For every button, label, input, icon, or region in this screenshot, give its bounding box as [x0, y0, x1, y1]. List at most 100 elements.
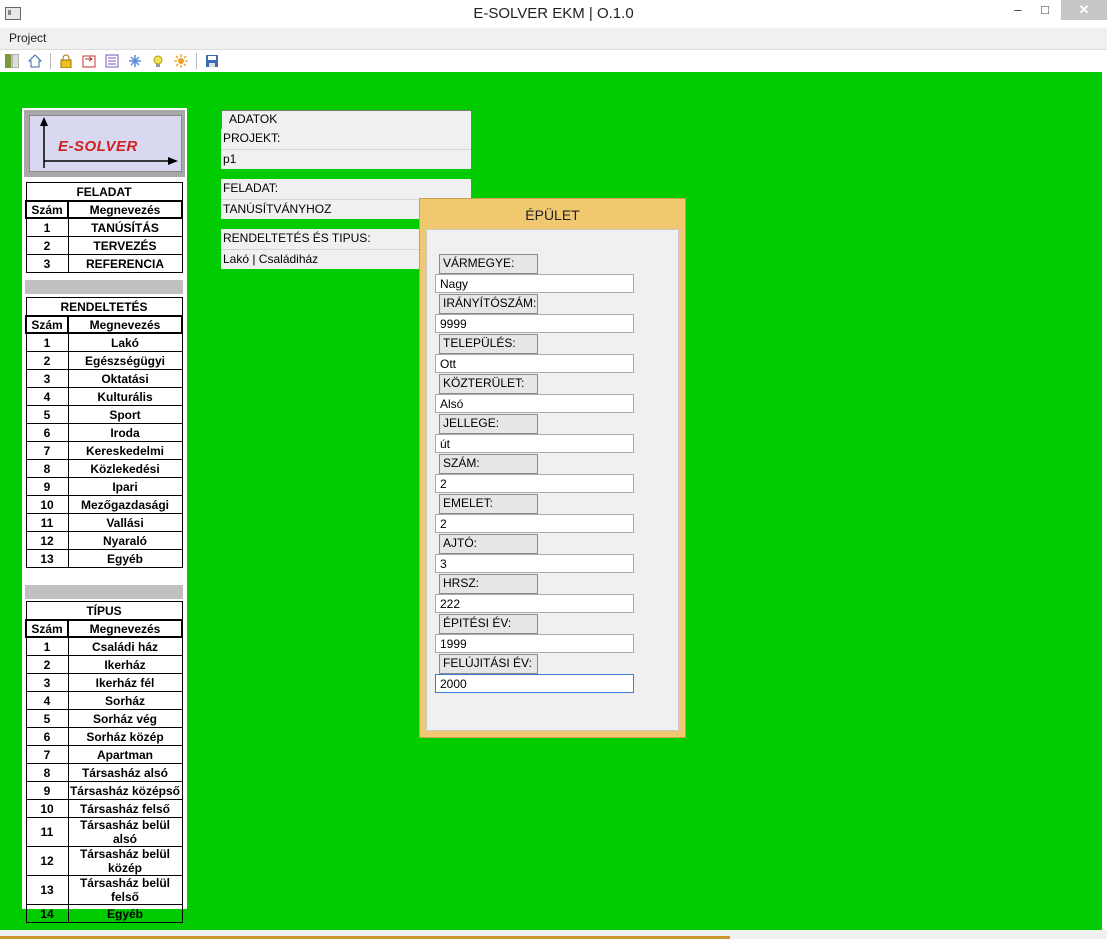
feladat-label: FELADAT:: [221, 179, 471, 199]
rendeltetes-col-num: Szám: [25, 315, 69, 334]
row-num: 9: [25, 477, 69, 496]
row-name: Sorház: [67, 691, 183, 710]
logo-background: E-SOLVER: [29, 115, 182, 172]
lock-icon[interactable]: [59, 54, 73, 69]
row-num: 13: [25, 549, 69, 568]
varmegye-label: VÁRMEGYE:: [439, 254, 538, 274]
table-row[interactable]: 13 Egyéb: [25, 549, 183, 568]
table-row[interactable]: 9 Társasház középső: [25, 781, 183, 800]
row-num: 14: [25, 904, 69, 923]
menu-bar: Project: [0, 28, 1107, 50]
table-row[interactable]: 1 Lakó: [25, 332, 183, 352]
row-name: Lakó: [67, 332, 183, 352]
table-row[interactable]: 1 Családi ház: [25, 636, 183, 656]
row-name: Iroda: [67, 423, 183, 442]
field-label-text: HRSZ:: [443, 576, 479, 590]
row-name: Családi ház: [67, 636, 183, 656]
snowflake-icon[interactable]: [128, 54, 142, 68]
szam-input[interactable]: 2: [435, 474, 634, 493]
tipus-table: TÍPUS Szám Megnevezés 1 Családi ház 2 Iker…: [25, 601, 183, 923]
table-row[interactable]: 10 Mezőgazdasági: [25, 495, 183, 514]
row-num: 11: [25, 817, 69, 847]
ajto-input[interactable]: 3: [435, 554, 634, 573]
table-row[interactable]: 8 Közlekedési: [25, 459, 183, 478]
row-num: 4: [25, 691, 69, 710]
table-row[interactable]: 8 Társasház alsó: [25, 763, 183, 782]
table-row[interactable]: 7 Kereskedelmi: [25, 441, 183, 460]
row-name: TERVEZÉS: [67, 236, 183, 255]
table-row[interactable]: 13 Társasház belül felső: [25, 875, 183, 905]
table-row[interactable]: 12 Nyaraló: [25, 531, 183, 550]
table-row[interactable]: 6 Sorház közép: [25, 727, 183, 746]
projekt-label: PROJEKT:: [221, 129, 471, 149]
telepules-input[interactable]: Ott: [435, 354, 634, 373]
table-row[interactable]: 4 Kulturális: [25, 387, 183, 406]
kozterulet-input[interactable]: Alsó: [435, 394, 634, 413]
table-row[interactable]: 2 TERVEZÉS: [25, 236, 183, 255]
logo: E-SOLVER: [24, 110, 185, 177]
emelet-input[interactable]: 2: [435, 514, 634, 533]
feladat-col-name: Megnevezés: [67, 200, 183, 219]
telepules-label: TELEPÜLÉS:: [439, 334, 538, 354]
maximize-button[interactable]: □: [1032, 0, 1058, 20]
row-name: Sorház vég: [67, 709, 183, 728]
row-name: Egészségügyi: [67, 351, 183, 370]
panel-icon[interactable]: [5, 53, 20, 69]
epulet-dialog: ÉPÜLET VÁRMEGYE: Nagy IRÁNYÍTÓSZÁM: 9999…: [419, 198, 686, 738]
row-num: 2: [25, 236, 69, 255]
iranyitoszam-label: IRÁNYÍTÓSZÁM:: [439, 294, 538, 314]
row-num: 8: [25, 763, 69, 782]
field-value-text: 222: [440, 597, 461, 611]
table-row[interactable]: 2 Ikerház: [25, 655, 183, 674]
menu-project[interactable]: Project: [9, 31, 46, 45]
table-row[interactable]: 9 Ipari: [25, 477, 183, 496]
jellege-input[interactable]: út: [435, 434, 634, 453]
row-name: Nyaraló: [67, 531, 183, 550]
row-name: Egyéb: [67, 904, 183, 923]
close-button[interactable]: ✕: [1061, 0, 1107, 20]
table-row[interactable]: 6 Iroda: [25, 423, 183, 442]
iranyitoszam-input[interactable]: 9999: [435, 314, 634, 333]
hrsz-input[interactable]: 222: [435, 594, 634, 613]
row-num: 6: [25, 727, 69, 746]
field-label-text: AJTÓ:: [443, 536, 478, 550]
field-value-text: Nagy: [440, 277, 469, 291]
table-row[interactable]: 3 Ikerház fél: [25, 673, 183, 692]
table-row[interactable]: 11 Társasház belül alsó: [25, 817, 183, 847]
list-icon[interactable]: [105, 54, 119, 68]
projekt-value: p1: [221, 149, 471, 169]
row-num: 8: [25, 459, 69, 478]
export-icon[interactable]: [82, 54, 96, 68]
minimize-button[interactable]: –: [1005, 0, 1031, 20]
table-separator: [25, 585, 183, 599]
table-row[interactable]: 7 Apartman: [25, 745, 183, 764]
feladat-table: FELADAT Szám Megnevezés 1 TANÚSÍTÁS 2 TERV…: [25, 182, 183, 273]
rendeltetes-title: RENDELTETÉS: [25, 297, 183, 317]
lightbulb-icon[interactable]: [151, 54, 165, 68]
table-row[interactable]: 11 Vallási: [25, 513, 183, 532]
epitesi-ev-input[interactable]: 1999: [435, 634, 634, 653]
varmegye-input[interactable]: Nagy: [435, 274, 634, 293]
home-icon[interactable]: [27, 54, 43, 68]
table-row[interactable]: 5 Sport: [25, 405, 183, 424]
feladat-value-text: TANÚSÍTVÁNYHOZ: [223, 202, 332, 216]
sun-icon[interactable]: [174, 54, 188, 68]
field-label-text: KÖZTERÜLET:: [443, 376, 525, 390]
table-row[interactable]: 12 Társasház belül közép: [25, 846, 183, 876]
table-row[interactable]: 14 Egyéb: [25, 904, 183, 923]
table-row[interactable]: 1 TANÚSÍTÁS: [25, 217, 183, 237]
feladat-title: FELADAT: [25, 182, 183, 202]
table-separator: [25, 280, 183, 294]
logo-text: E-SOLVER: [58, 138, 138, 155]
table-row[interactable]: 2 Egészségügyi: [25, 351, 183, 370]
row-name: Társasház középső: [67, 781, 183, 800]
save-icon[interactable]: [205, 54, 219, 68]
felujitasi-ev-input[interactable]: 2000: [435, 674, 634, 693]
field-label-text: ÉPITÉSI ÉV:: [443, 616, 512, 630]
table-row[interactable]: 3 Oktatási: [25, 369, 183, 388]
bottom-edge: [0, 930, 1107, 939]
table-row[interactable]: 4 Sorház: [25, 691, 183, 710]
table-row[interactable]: 5 Sorház vég: [25, 709, 183, 728]
table-row[interactable]: 10 Társasház felső: [25, 799, 183, 818]
table-row[interactable]: 3 REFERENCIA: [25, 254, 183, 273]
